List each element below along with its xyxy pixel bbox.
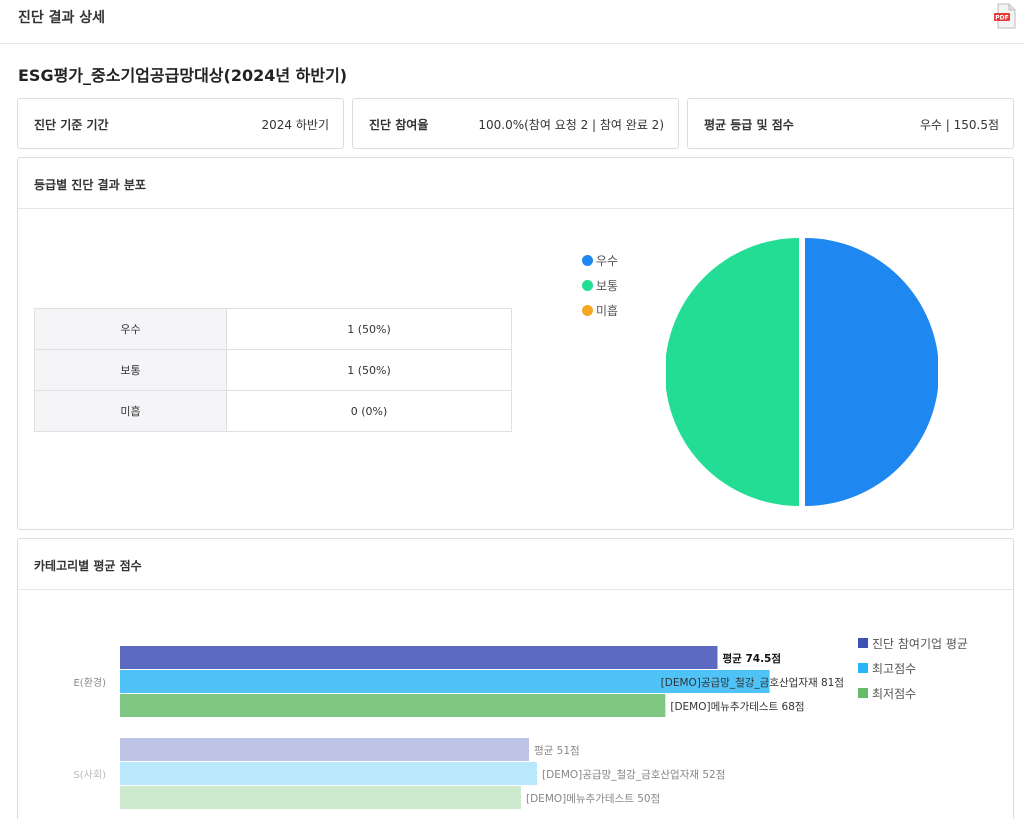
stat-value: 우수 | 150.5점 [919,118,999,132]
stat-value: 100.0%(참여 요청 2 | 참여 완료 2) [478,118,664,132]
page-title: ESG평가_중소기업공급망대상(2024년 하반기) [18,66,348,85]
count-cell: 1 (50%) [226,349,512,391]
legend-dot-icon [582,255,593,266]
svg-text:PDF: PDF [995,15,1008,22]
bar-2-1[interactable] [120,786,521,809]
count-cell: 1 (50%) [226,308,512,350]
stat-label: 진단 기준 기간 [34,118,109,132]
category-bar-chart: E(환경) 평균 74.5점 [DEMO]공급망_철강_금호산업자재 81점 [DEM… [73,646,844,809]
grade-distribution-panel: 등급별 진단 결과 분포 우수 1 (50%) 보통 1 (50%) 미흡 0 … [17,157,1014,530]
stat-label: 진단 참여율 [369,118,429,132]
pdf-download-button[interactable]: PDF [992,2,1018,30]
legend-square-icon [858,663,868,673]
bar-data-label: [DEMO]메뉴추가테스트 50점 [526,793,660,805]
count-cell: 0 (0%) [226,390,512,432]
grade-cell: 우수 [34,308,227,350]
bar-1-1[interactable] [120,762,538,785]
legend-label: 최저점수 [872,687,917,701]
bar-2-0[interactable] [120,694,666,717]
table-row: 우수 1 (50%) [34,308,512,350]
bar-data-label: 평균 74.5점 [722,652,781,665]
table-row: 보통 1 (50%) [34,349,512,391]
bar-data-label: [DEMO]공급망_철강_금호산업자재 81점 [661,676,844,689]
panel-title: 등급별 진단 결과 분포 [34,178,146,192]
legend-dot-icon [582,280,593,291]
bar-legend-max[interactable]: 최고점수 [858,660,916,676]
bar-legend-min[interactable]: 최저점수 [858,685,916,701]
category-score-panel: 카테고리별 평균 점수 진단 참여기업 평균 최고점수 최저점수 E(환경) 평균… [17,538,1014,819]
pie-legend-normal[interactable]: 보통 [582,277,618,293]
grade-pie-chart [666,238,938,506]
panel-title: 카테고리별 평균 점수 [34,559,142,573]
category-axis-label: E(환경) [73,676,106,689]
legend-dot-icon [582,305,593,316]
table-row: 미흡 0 (0%) [34,390,512,432]
bar-0-1[interactable] [120,738,530,761]
stat-value: 2024 하반기 [261,118,329,132]
legend-square-icon [858,688,868,698]
bar-data-label: [DEMO]메뉴추가테스트 68점 [670,701,804,713]
bar-data-label: 평균 51점 [534,745,580,757]
pdf-file-icon: PDF [994,3,1016,29]
pie-legend-excellent[interactable]: 우수 [582,252,618,268]
legend-square-icon [858,638,868,648]
legend-label: 우수 [596,254,619,268]
pie-legend-poor[interactable]: 미흡 [582,302,618,318]
bar-legend-average[interactable]: 진단 참여기업 평균 [858,635,968,651]
stat-card-average-grade: 평균 등급 및 점수 우수 | 150.5점 [687,98,1014,149]
top-bar: 진단 결과 상세 PDF [0,0,1024,44]
category-axis-label: S(사회) [73,769,106,781]
grade-cell: 보통 [34,349,227,391]
legend-label: 보통 [596,279,619,293]
bar-data-label: [DEMO]공급망_철강_금호산업자재 52점 [542,768,725,781]
legend-label: 진단 참여기업 평균 [872,637,968,651]
stat-card-participation: 진단 참여율 100.0%(참여 요청 2 | 참여 완료 2) [352,98,679,149]
stat-label: 평균 등급 및 점수 [704,118,794,132]
bar-0-0[interactable] [120,646,718,669]
pie-slice-우수[interactable] [805,238,938,506]
grade-cell: 미흡 [34,390,227,432]
grade-table: 우수 1 (50%) 보통 1 (50%) 미흡 0 (0%) [34,308,512,432]
header-title: 진단 결과 상세 [18,10,106,26]
stat-card-period: 진단 기준 기간 2024 하반기 [17,98,344,149]
divider [18,208,1013,209]
legend-label: 최고점수 [872,662,917,676]
legend-label: 미흡 [596,304,619,318]
pie-slice-보통[interactable] [666,238,799,506]
